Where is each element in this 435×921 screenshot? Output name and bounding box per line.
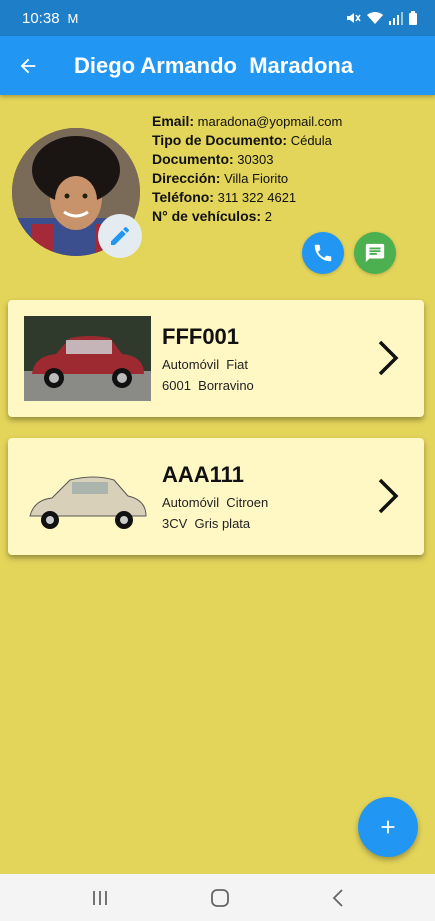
info-document-type: Tipo de Documento: Cédula [152, 131, 342, 150]
info-value: 311 322 4621 [217, 190, 297, 205]
status-bar: 10:38 M [0, 0, 435, 36]
edit-photo-button[interactable] [98, 214, 142, 258]
info-label: Documento: [152, 151, 234, 167]
page-title: Diego Armando Maradona [74, 52, 354, 78]
chevron-right-icon[interactable] [376, 338, 400, 383]
signal-icon [389, 12, 403, 25]
info-value: 30303 [237, 152, 274, 167]
info-label: Tipo de Documento: [152, 132, 288, 148]
info-vehicle-count: N° de vehículos: 2 [152, 207, 342, 226]
home-icon[interactable] [210, 888, 230, 908]
vehicle-card[interactable]: AAA111 Automóvil Citroen 3CV Gris plata [8, 438, 424, 555]
info-phone: Teléfono: 311 322 4621 [152, 188, 342, 207]
contact-actions [302, 232, 396, 274]
info-document: Documento: 30303 [152, 150, 342, 169]
info-label: Dirección: [152, 170, 221, 186]
vehicle-model-color: 3CV Gris plata [162, 516, 251, 531]
phone-icon [314, 244, 332, 262]
info-label: Teléfono: [152, 189, 214, 205]
arrow-back-icon [20, 58, 36, 73]
profile-section: Email: maradona@yopmail.com Tipo de Docu… [12, 110, 422, 280]
info-label: Email: [152, 113, 195, 129]
vehicle-model-color: 6001 Borravino [162, 378, 254, 393]
plus-icon [381, 820, 395, 834]
wifi-icon [367, 11, 383, 24]
battery-icon [409, 11, 417, 25]
info-value: Cédula [290, 133, 332, 148]
status-icons [345, 11, 417, 25]
info-label: N° de vehículos: [152, 208, 262, 224]
info-value: maradona@yopmail.com [197, 114, 343, 129]
message-button[interactable] [354, 232, 396, 274]
back-button[interactable] [0, 36, 56, 95]
vehicle-type-brand: Automóvil Fiat [162, 357, 248, 372]
pencil-icon [111, 226, 130, 245]
recent-apps-icon[interactable] [90, 889, 110, 907]
vehicle-plate: AAA111 [162, 462, 244, 487]
app-bar: Diego Armando Maradona [0, 36, 435, 95]
mail-icon: M [67, 10, 79, 26]
info-email: Email: maradona@yopmail.com [152, 112, 342, 131]
vehicle-photo [24, 454, 151, 539]
call-button[interactable] [302, 232, 344, 274]
user-info: Email: maradona@yopmail.com Tipo de Docu… [152, 112, 342, 226]
info-address: Dirección: Villa Fiorito [152, 169, 342, 188]
status-time: 10:38 [22, 9, 60, 27]
add-vehicle-button[interactable] [358, 797, 418, 857]
message-icon [365, 243, 385, 263]
system-nav-bar [0, 874, 435, 921]
vehicle-type-brand: Automóvil Citroen [162, 495, 269, 510]
chevron-right-icon[interactable] [376, 476, 400, 521]
info-value: 2 [264, 209, 272, 224]
vehicle-card[interactable]: FFF001 Automóvil Fiat 6001 Borravino [8, 300, 424, 417]
back-nav-icon[interactable] [331, 888, 345, 908]
mute-icon [347, 13, 361, 23]
vehicle-plate: FFF001 [162, 324, 240, 349]
info-value: Villa Fiorito [224, 171, 289, 186]
vehicle-photo [24, 316, 151, 401]
avatar-container [12, 128, 142, 258]
